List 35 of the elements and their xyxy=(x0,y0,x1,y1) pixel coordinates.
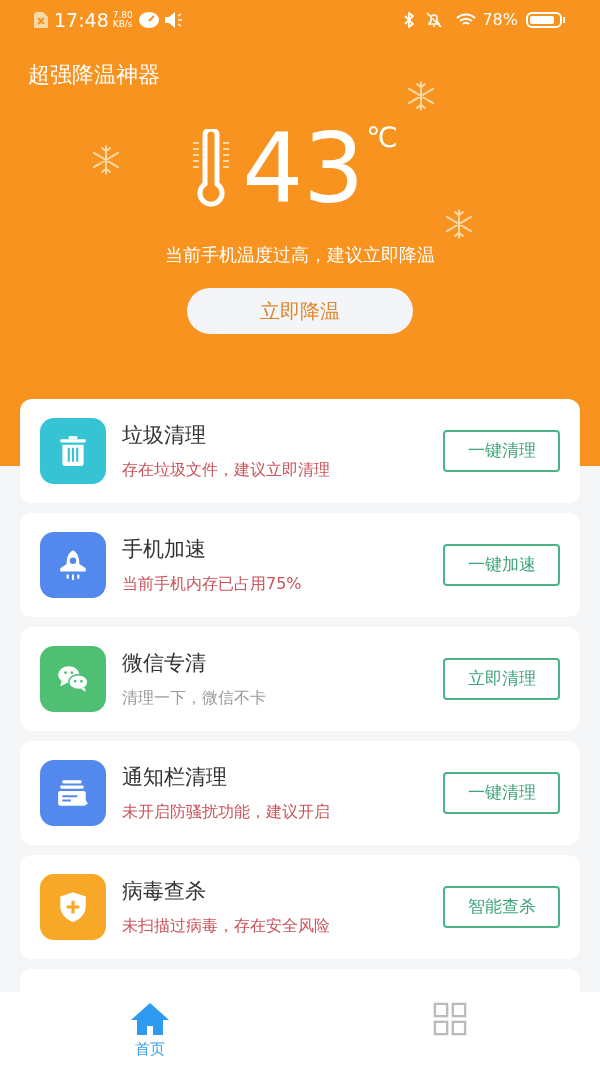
tool-description: 当前手机内存已占用75% xyxy=(122,572,303,595)
battery-percent: 78% xyxy=(482,9,518,31)
home-icon xyxy=(130,1002,170,1036)
warning-message: 当前手机温度过高，建议立即降温 xyxy=(165,243,435,267)
gauge-icon xyxy=(138,12,159,28)
snowflake-icon xyxy=(443,208,475,240)
speaker-icon xyxy=(164,12,183,28)
sim-icon xyxy=(34,12,48,28)
action-button[interactable]: 智能查杀 xyxy=(443,886,560,928)
snowflake-icon xyxy=(90,144,122,176)
tool-title: 病毒查杀 xyxy=(122,878,207,906)
tool-description: 未开启防骚扰功能，建议开启 xyxy=(122,800,331,823)
tool-description: 未扫描过病毒，存在安全风险 xyxy=(122,914,331,937)
cool-down-button[interactable]: 立即降温 xyxy=(187,288,413,334)
clock: 17:48 xyxy=(54,7,109,33)
wifi-icon xyxy=(456,13,477,27)
action-button[interactable]: 一键清理 xyxy=(443,430,560,472)
tool-title: 手机加速 xyxy=(122,536,207,564)
tool-title: 通知栏清理 xyxy=(122,764,228,792)
action-button[interactable]: 一键加速 xyxy=(443,544,560,586)
network-speed: 7.80 xyxy=(112,11,133,20)
bell-off-icon xyxy=(426,12,443,28)
tool-description: 存在垃圾文件，建议立即清理 xyxy=(122,458,331,481)
tool-title: 微信专清 xyxy=(122,650,207,678)
action-button[interactable]: 一键清理 xyxy=(443,772,560,814)
action-button[interactable]: 立即清理 xyxy=(443,658,560,700)
bluetooth-icon xyxy=(404,12,415,28)
snowflake-icon xyxy=(405,80,437,112)
app-title: 超强降温神器 xyxy=(28,61,160,89)
tool-description: 清理一下，微信不卡 xyxy=(122,686,267,709)
temperature-value: 43 xyxy=(242,123,365,215)
battery-icon xyxy=(526,12,566,28)
network-speed-unit: KB/s xyxy=(112,20,133,29)
temperature-unit: ℃ xyxy=(366,123,398,153)
tool-title: 垃圾清理 xyxy=(122,422,207,450)
